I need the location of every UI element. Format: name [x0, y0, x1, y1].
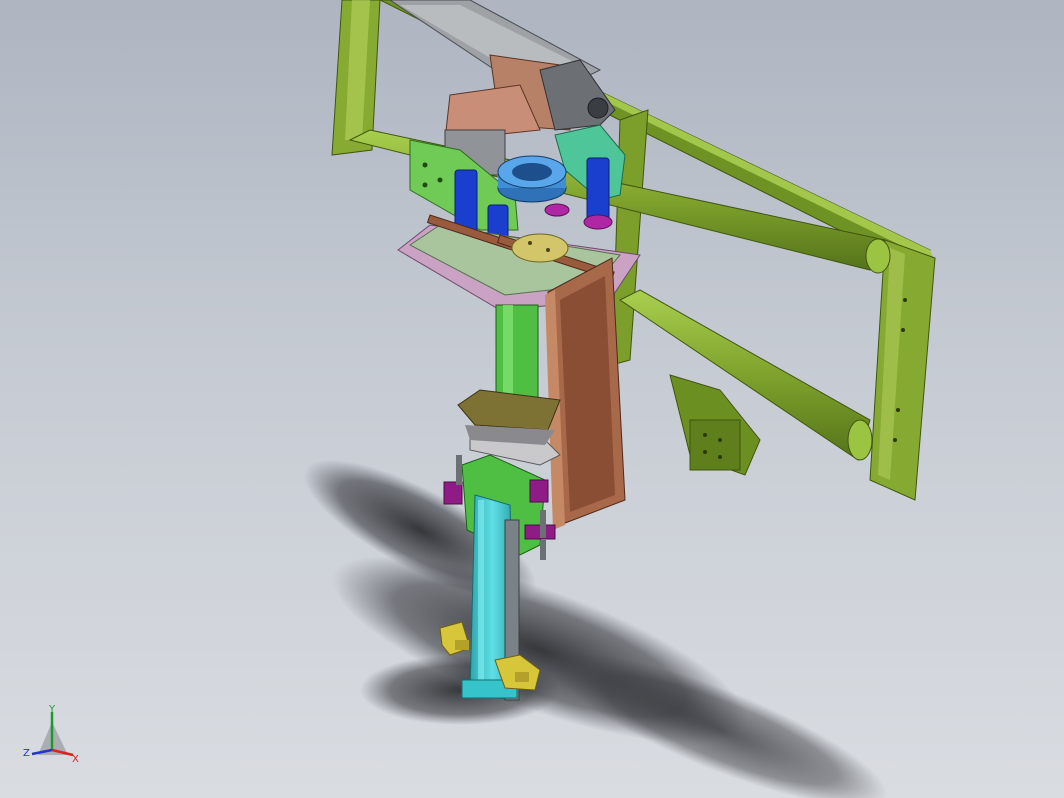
- x-axis-label: X: [72, 754, 79, 765]
- rotary-ring[interactable]: [497, 155, 567, 203]
- cad-model-render[interactable]: [0, 0, 1064, 798]
- z-axis-label: Z: [23, 748, 30, 759]
- cad-viewport[interactable]: Y X Z: [0, 0, 1064, 798]
- y-axis-label: Y: [48, 704, 56, 715]
- vertical-column[interactable]: [495, 304, 539, 406]
- flange-plates[interactable]: [457, 389, 561, 466]
- vertical-bracket[interactable]: [545, 257, 626, 530]
- coordinate-triad: Y X Z: [23, 704, 79, 765]
